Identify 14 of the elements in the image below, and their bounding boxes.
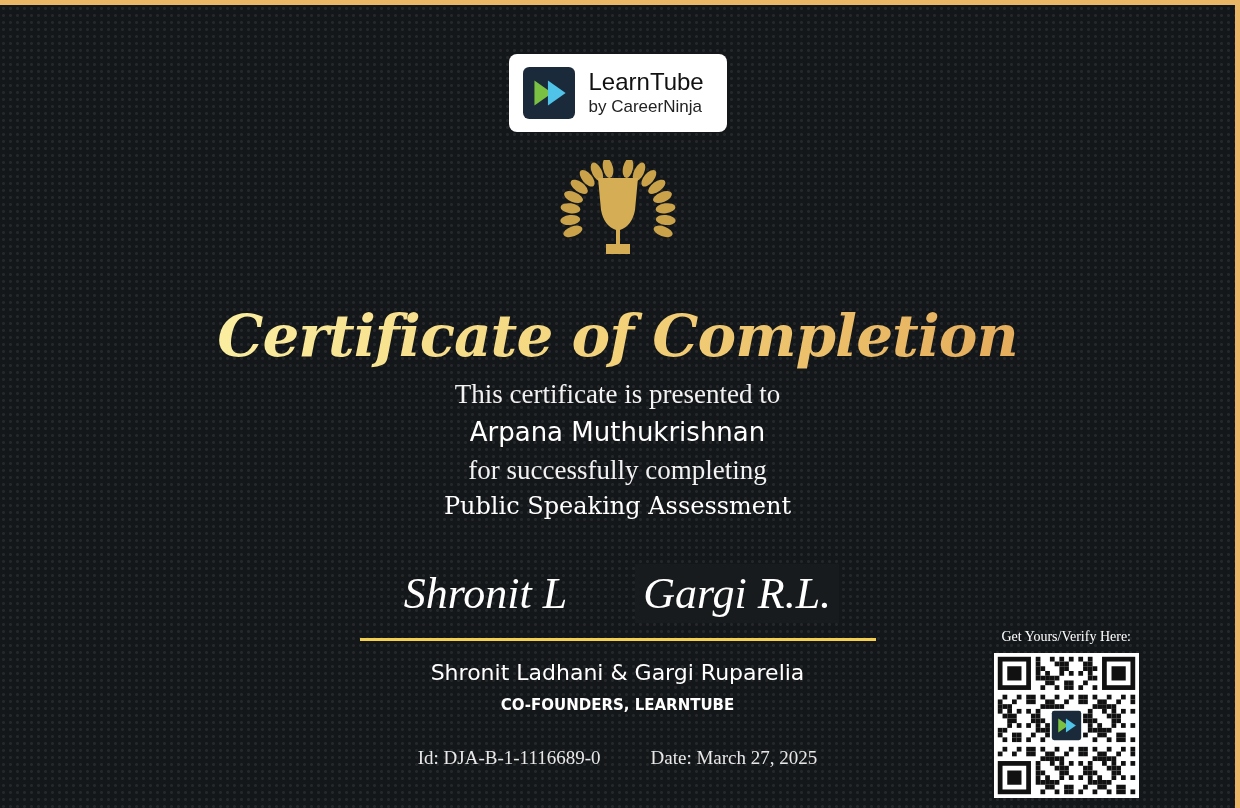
course-name: Public Speaking Assessment bbox=[443, 491, 792, 522]
presented-text: This certificate is presented to bbox=[454, 378, 781, 411]
verify-label: Get Yours/Verify Here: bbox=[1001, 629, 1131, 645]
signatory-role: CO-FOUNDERS, LEARNTUBE bbox=[500, 695, 735, 716]
signature: Gargi R.L. bbox=[635, 563, 840, 623]
signatory-names: Shronit Ladhani & Gargi Ruparelia bbox=[430, 659, 805, 687]
logo-tagline: by CareerNinja bbox=[588, 96, 703, 118]
completion-text: for successfully completing bbox=[468, 454, 767, 487]
play-arrows-icon bbox=[522, 67, 575, 119]
recipient-name: Arpana Muthukrishnan bbox=[469, 416, 766, 449]
logo-name: LearnTube bbox=[588, 68, 704, 96]
issue-date: Date: March 27, 2025 bbox=[650, 747, 818, 769]
certificate-id: Id: DJA-B-1-1116689-0 bbox=[417, 747, 601, 769]
signature: Shronit L bbox=[402, 567, 569, 620]
